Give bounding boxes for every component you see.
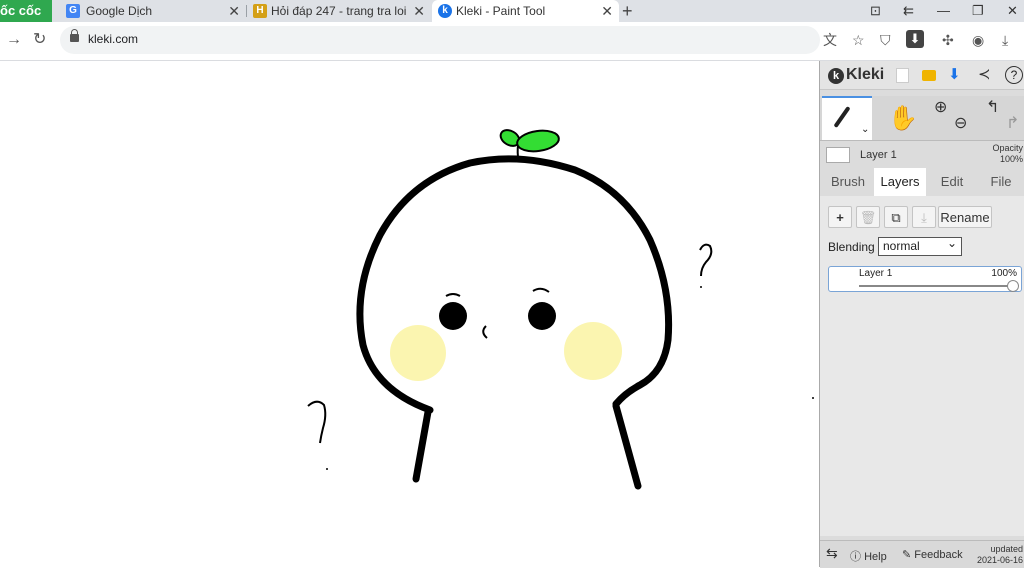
right-eye [528, 302, 556, 330]
sprout-drawing [499, 129, 560, 158]
opacity-label: Opacity [992, 143, 1023, 153]
current-layer-name: Layer 1 [860, 149, 897, 161]
tab-hoidap[interactable]: H Hỏi đáp 247 - trang tra loi ✕ [247, 0, 431, 22]
help-link[interactable]: ⓘ Help [850, 548, 887, 564]
address-bar[interactable]: kleki.com [60, 26, 820, 54]
updated-info: updated 2021-06-16 [977, 544, 1023, 566]
zoom-out-icon[interactable]: ⊖ [954, 116, 967, 132]
body-left-line [412, 408, 432, 483]
download-extension-icon[interactable]: ⬇ [906, 30, 924, 48]
shield-icon[interactable]: ⛉ [880, 32, 891, 48]
blending-select[interactable]: normal [878, 235, 962, 256]
share-icon[interactable]: ≺ [978, 66, 991, 84]
new-image-icon[interactable] [896, 68, 909, 83]
kleki-logo-text: Kleki [846, 66, 885, 83]
layer-item-opacity: 100% [991, 268, 1017, 279]
panel-tabs: Brush Layers Edit File [820, 168, 1024, 196]
layer-list-item[interactable]: Layer 1 100% [828, 266, 1022, 292]
downloads-icon[interactable]: ⤓ [1002, 32, 1008, 48]
kleki-logo[interactable]: k Kleki [828, 66, 884, 84]
updated-date: 2021-06-16 [976, 555, 1023, 565]
url-text: kleki.com [88, 32, 139, 46]
left-cheek [390, 325, 446, 381]
tab-brush[interactable]: Brush [824, 168, 872, 196]
drawing-canvas[interactable] [0, 61, 819, 567]
close-icon[interactable]: ✕ [413, 0, 425, 22]
swap-sides-icon[interactable]: ⇆ [826, 545, 838, 562]
rename-layer-button[interactable]: Rename [938, 206, 992, 228]
restore-icon[interactable]: ❐ [972, 0, 984, 22]
google-translate-icon: G [66, 4, 80, 18]
mouth [482, 325, 488, 339]
zoom-in-icon[interactable]: ⊕ [934, 100, 947, 116]
brush-icon [833, 106, 851, 128]
tab-search-icon[interactable]: ⊡ [870, 0, 881, 22]
layer-thumbnail[interactable] [826, 147, 850, 163]
layer-item-name: Layer 1 [859, 268, 893, 279]
undo-icon[interactable]: ↰ [986, 100, 999, 116]
feedback-label: Feedback [914, 549, 963, 561]
tab-layers[interactable]: Layers [874, 168, 926, 196]
right-cheek [564, 322, 622, 380]
help-label: Help [864, 551, 887, 563]
save-download-icon[interactable]: ⬇ [948, 66, 961, 84]
current-layer-info: Layer 1 Opacity 100% [820, 141, 1024, 171]
kleki-side-panel: k Kleki ⬇ ≺ ? ⌄ ✋ ⊕ ⊖ ↰ ↱ Layer 1 Opacity… [819, 61, 1024, 568]
layer-item-thumbnail [833, 271, 851, 287]
merge-layer-button[interactable]: ⤓ [912, 206, 936, 228]
blending-label: Blending [828, 240, 875, 254]
kleki-header: k Kleki ⬇ ≺ ? [820, 61, 1024, 90]
close-icon[interactable]: ✕ [601, 0, 613, 22]
tab-edit[interactable]: Edit [928, 168, 976, 196]
question-mark-right [699, 243, 713, 277]
kleki-logo-icon: k [828, 68, 844, 84]
question-mark-left [307, 400, 327, 444]
delete-layer-button[interactable]: 🗑 [856, 206, 880, 228]
chevron-down-icon[interactable]: ⌄ [861, 124, 869, 135]
minimize-icon[interactable]: — [937, 0, 950, 22]
open-folder-icon[interactable] [922, 70, 936, 81]
duplicate-layer-button[interactable]: ⧉ [884, 206, 908, 228]
opacity-readout: Opacity 100% [992, 143, 1023, 165]
add-layer-button[interactable]: + [828, 206, 852, 228]
browser-toolbar: → ↻ kleki.com 文 ☆ ⛉ ⬇ ✣ ◉ ⤓ [0, 22, 1024, 61]
body-right-line [612, 402, 642, 490]
minimize-to-tab-icon[interactable]: ⇇ [903, 0, 914, 22]
close-icon[interactable]: ✕ [228, 0, 240, 22]
lock-icon [70, 29, 79, 42]
reload-icon[interactable]: ↻ [33, 31, 46, 49]
hoidap-icon: H [253, 4, 267, 18]
slider-knob[interactable] [1007, 280, 1019, 292]
brush-tool-button[interactable]: ⌄ [822, 96, 872, 140]
updated-label: updated [990, 544, 1023, 554]
forward-icon[interactable]: → [6, 31, 22, 49]
hand-tool-icon[interactable]: ✋ [888, 104, 918, 133]
tab-file[interactable]: File [978, 168, 1024, 196]
tab-title: Google Dịch [86, 4, 153, 18]
help-circle-icon[interactable]: ? [1005, 66, 1023, 84]
profile-icon[interactable]: ◉ [972, 32, 984, 48]
feedback-link[interactable]: ✎ Feedback [902, 548, 963, 561]
browser-tab-strip: ốc cốc G Google Dịch ✕ H Hỏi đáp 247 - t… [0, 0, 1024, 22]
coccoc-brand[interactable]: ốc cốc [0, 0, 52, 22]
redo-icon[interactable]: ↱ [1006, 116, 1019, 132]
tool-row: ⌄ ✋ ⊕ ⊖ ↰ ↱ [820, 96, 1024, 141]
new-tab-button[interactable]: + [622, 0, 633, 22]
translate-icon[interactable]: 文 [823, 32, 837, 48]
kleki-icon: k [438, 4, 452, 18]
drawing-svg [307, 129, 814, 490]
tab-google-dich[interactable]: G Google Dịch ✕ [56, 0, 246, 22]
blending-value: normal [883, 239, 920, 253]
opacity-value: 100% [999, 154, 1023, 164]
layers-panel: + 🗑 ⧉ ⤓ Rename Blending normal Layer 1 1… [820, 196, 1024, 536]
bookmark-star-icon[interactable]: ☆ [852, 32, 865, 48]
tab-kleki[interactable]: k Kleki - Paint Tool ✕ [432, 0, 619, 22]
panel-footer: ⇆ ⓘ Help ✎ Feedback updated 2021-06-16 [820, 540, 1024, 568]
left-eye [439, 302, 467, 330]
tab-title: Kleki - Paint Tool [456, 4, 546, 18]
tab-title: Hỏi đáp 247 - trang tra loi [271, 4, 407, 18]
window-close-icon[interactable]: ✕ [1007, 0, 1018, 22]
extensions-icon[interactable]: ✣ [942, 32, 954, 48]
layer-opacity-slider[interactable] [859, 285, 1014, 287]
